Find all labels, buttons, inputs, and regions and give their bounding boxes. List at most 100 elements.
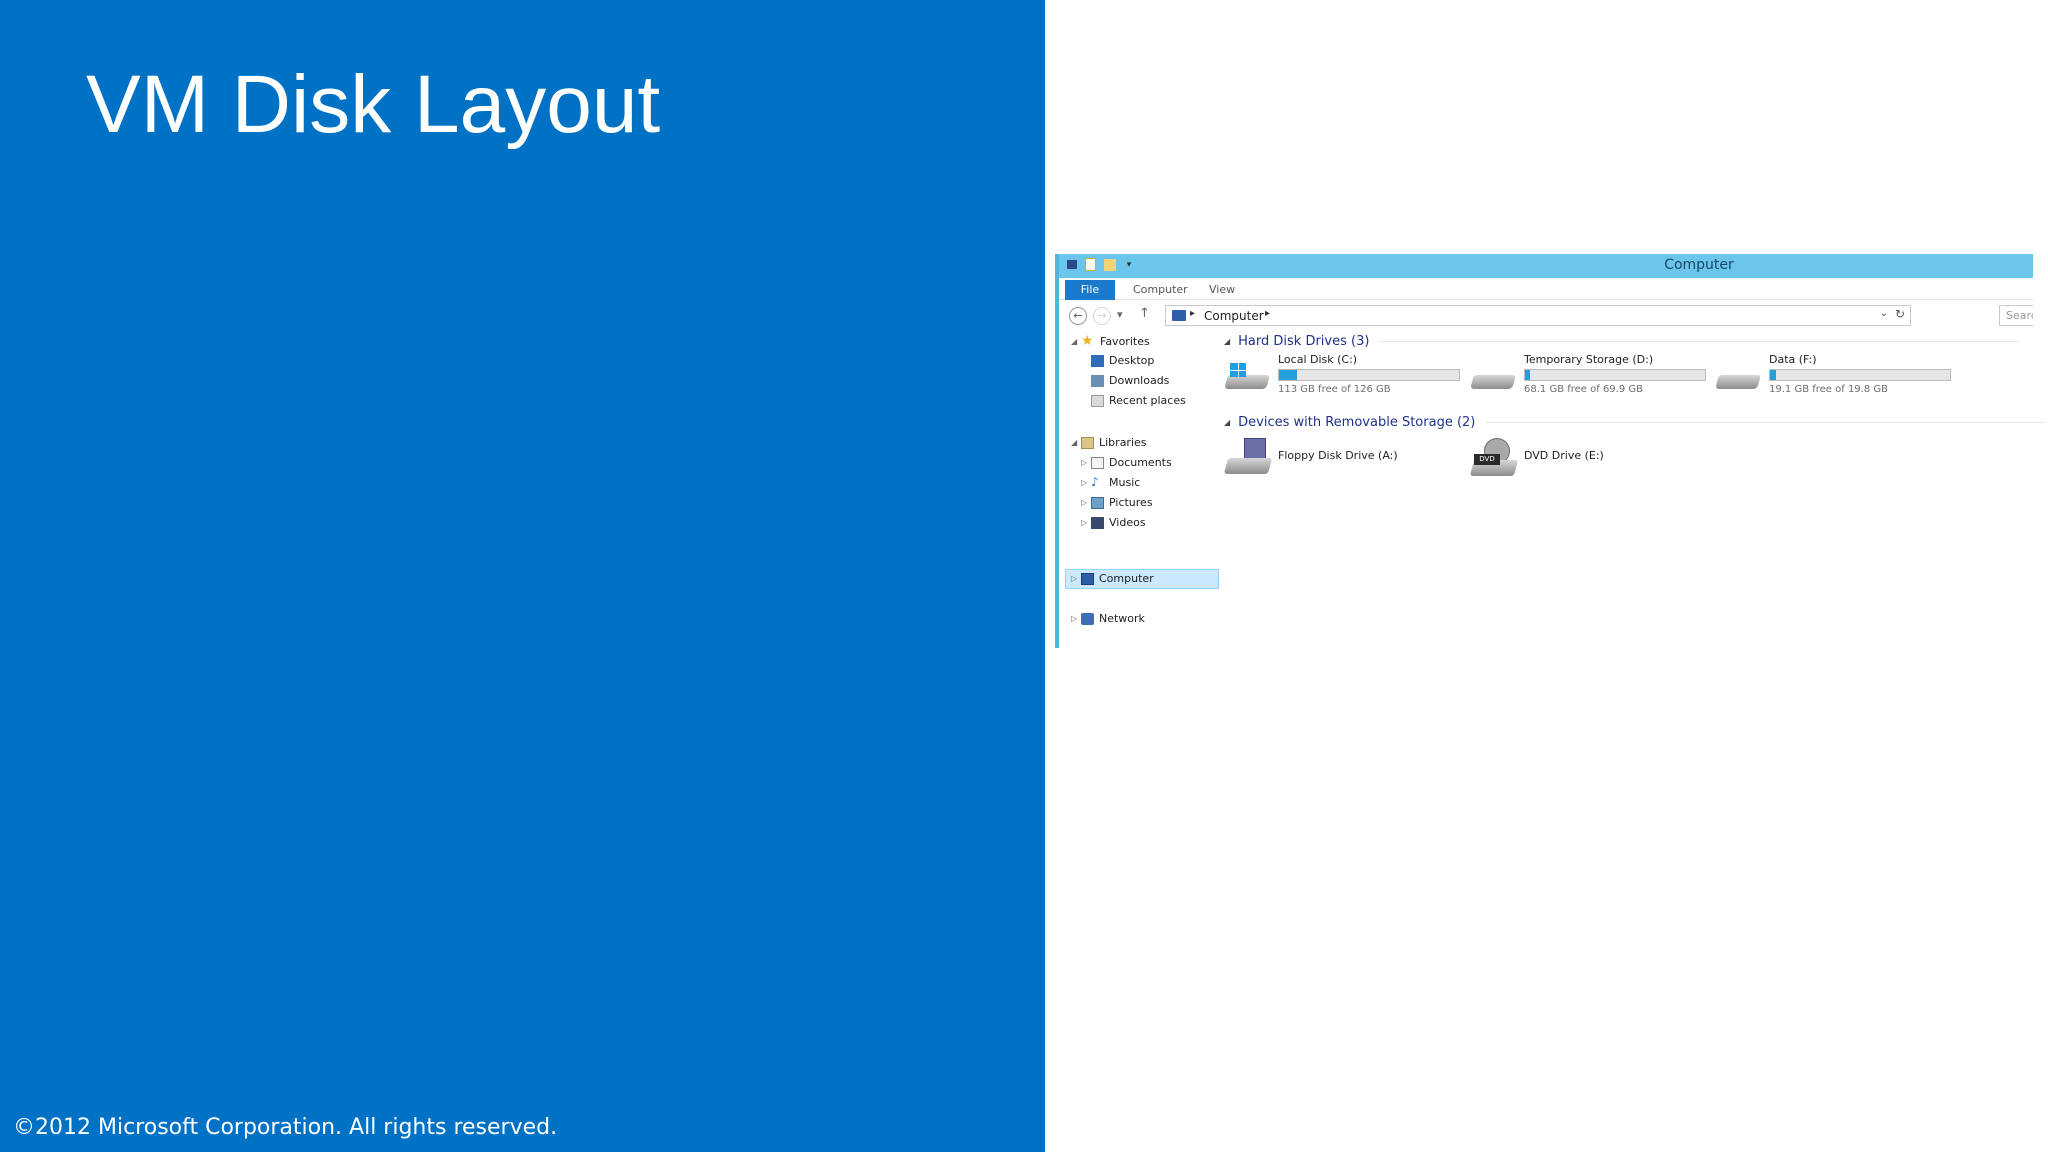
tree-label: Videos [1109, 516, 1146, 529]
ribbon-tabs: File Computer View [1059, 280, 2033, 300]
tree-label: Computer [1099, 572, 1154, 585]
drive-name: Local Disk (C:) [1278, 353, 1358, 366]
address-dropdown-icon[interactable]: ⌄ [1880, 308, 1888, 319]
forward-button[interactable]: → [1093, 307, 1111, 325]
tree-recent-places[interactable]: Recent places [1091, 394, 1186, 407]
quick-access-toolbar: ▾ [1067, 258, 1134, 271]
pictures-icon [1091, 496, 1104, 509]
dvd-drive-e[interactable]: DVD DVD Drive (E:) [1469, 436, 1712, 480]
search-input[interactable]: Searc [1999, 305, 2033, 326]
tree-pictures[interactable]: ▷ Pictures [1081, 496, 1153, 509]
tree-computer[interactable]: ▷ Computer [1071, 572, 1154, 585]
group-divider [1379, 341, 2020, 342]
drive-d[interactable]: Temporary Storage (D:) 68.1 GB free of 6… [1470, 353, 1712, 403]
refresh-icon[interactable]: ↻ [1895, 307, 1905, 321]
drive-c[interactable]: Local Disk (C:) 113 GB free of 126 GB [1224, 353, 1466, 403]
drive-name: DVD Drive (E:) [1524, 449, 1604, 462]
recent-places-icon [1091, 394, 1104, 407]
drive-usage-bar [1278, 369, 1460, 381]
tree-label: Desktop [1109, 354, 1155, 367]
desktop-icon [1091, 354, 1104, 367]
breadcrumb-computer[interactable]: Computer [1204, 309, 1264, 323]
explorer-window: ▾ Computer File Computer View ← → ▾ ↑ ▸ … [1055, 254, 2046, 648]
customize-toolbar-icon[interactable]: ▾ [1124, 260, 1134, 270]
breadcrumb-separator-icon[interactable]: ▸ [1190, 308, 1195, 319]
drive-usage-fill [1525, 370, 1530, 380]
expand-arrow-icon[interactable]: ◢ [1071, 337, 1081, 346]
tree-label: Network [1099, 612, 1145, 625]
tab-file[interactable]: File [1065, 280, 1115, 300]
drive-free-space: 68.1 GB free of 69.9 GB [1524, 384, 1643, 395]
system-menu-icon[interactable] [1067, 260, 1077, 269]
tree-label: Documents [1109, 456, 1172, 469]
network-icon [1081, 612, 1094, 625]
drive-usage-fill [1279, 370, 1297, 380]
breadcrumb-separator-icon[interactable]: ▸ [1265, 308, 1270, 319]
tree-label: Pictures [1109, 496, 1153, 509]
tree-label: Recent places [1109, 394, 1186, 407]
windows-drive-icon [1224, 363, 1270, 391]
collapse-arrow-icon[interactable]: ▷ [1081, 458, 1091, 467]
tree-music[interactable]: ▷ ♪ Music [1081, 476, 1141, 490]
collapse-arrow-icon[interactable]: ▷ [1081, 518, 1091, 527]
tree-documents[interactable]: ▷ Documents [1081, 456, 1172, 469]
hard-drive-icon [1470, 367, 1516, 391]
address-row: ← → ▾ ↑ ▸ Computer ▸ ⌄ ↻ Searc [1059, 305, 2033, 327]
tree-favorites[interactable]: ◢ ★ Favorites [1071, 334, 1150, 348]
properties-icon[interactable] [1085, 258, 1096, 271]
tree-label: Music [1109, 476, 1141, 489]
back-button[interactable]: ← [1069, 307, 1087, 325]
tree-desktop[interactable]: Desktop [1091, 354, 1154, 367]
slide-title: VM Disk Layout [86, 59, 661, 150]
tree-downloads[interactable]: Downloads [1091, 374, 1169, 387]
removable-group-header[interactable]: ◢ Devices with Removable Storage (2) [1224, 415, 2046, 430]
hard-disk-group-header[interactable]: ◢ Hard Disk Drives (3) [1224, 334, 2020, 349]
group-title: Hard Disk Drives (3) [1238, 334, 1370, 349]
documents-icon [1091, 456, 1104, 469]
collapse-arrow-icon[interactable]: ▷ [1081, 478, 1091, 487]
drive-name: Temporary Storage (D:) [1524, 353, 1654, 366]
floppy-drive-icon [1223, 438, 1273, 478]
expand-arrow-icon[interactable]: ◢ [1071, 438, 1081, 447]
group-collapse-icon[interactable]: ◢ [1224, 337, 1230, 346]
collapse-arrow-icon[interactable]: ▷ [1071, 574, 1081, 583]
navigation-pane: ◢ ★ Favorites Desktop Downloads Recent p… [1059, 334, 1219, 644]
libraries-icon [1081, 436, 1094, 449]
tree-videos[interactable]: ▷ Videos [1081, 516, 1146, 529]
tree-label: Favorites [1100, 334, 1150, 348]
tab-view[interactable]: View [1209, 283, 1235, 296]
copyright-text: ©2012 Microsoft Corporation. All rights … [13, 1115, 558, 1140]
star-icon: ★ [1081, 333, 1094, 349]
collapse-arrow-icon[interactable]: ▷ [1071, 614, 1081, 623]
title-bar: ▾ Computer [1059, 254, 2033, 278]
address-bar[interactable]: ▸ Computer ▸ ⌄ ↻ [1165, 305, 1911, 326]
hard-drive-icon [1715, 367, 1761, 391]
group-collapse-icon[interactable]: ◢ [1224, 418, 1230, 427]
collapse-arrow-icon[interactable]: ▷ [1081, 498, 1091, 507]
tree-libraries[interactable]: ◢ Libraries [1071, 436, 1147, 449]
tree-label: Libraries [1099, 436, 1147, 449]
dvd-drive-icon: DVD [1469, 438, 1519, 478]
downloads-icon [1091, 374, 1104, 387]
drive-usage-bar [1769, 369, 1951, 381]
drive-free-space: 19.1 GB free of 19.8 GB [1769, 384, 1888, 395]
up-button[interactable]: ↑ [1139, 306, 1150, 321]
computer-icon [1081, 572, 1094, 585]
drive-name: Data (F:) [1769, 353, 1817, 366]
tab-computer[interactable]: Computer [1133, 283, 1188, 296]
new-folder-icon[interactable] [1104, 258, 1116, 271]
tree-label: Downloads [1109, 374, 1170, 387]
group-title: Devices with Removable Storage (2) [1238, 415, 1476, 430]
drive-usage-bar [1524, 369, 1706, 381]
floppy-drive-a[interactable]: Floppy Disk Drive (A:) [1223, 436, 1466, 480]
drive-name: Floppy Disk Drive (A:) [1278, 449, 1398, 462]
tree-network[interactable]: ▷ Network [1071, 612, 1145, 625]
content-pane: ◢ Hard Disk Drives (3) Local Disk (C:) 1… [1223, 334, 2046, 644]
slide-panel: VM Disk Layout ©2012 Microsoft Corporati… [0, 0, 1045, 1152]
dvd-badge: DVD [1474, 454, 1500, 465]
drive-f[interactable]: Data (F:) 19.1 GB free of 19.8 GB [1715, 353, 1957, 403]
group-divider [1485, 422, 2046, 423]
videos-icon [1091, 516, 1104, 529]
drive-free-space: 113 GB free of 126 GB [1278, 384, 1391, 395]
recent-locations-icon[interactable]: ▾ [1117, 308, 1123, 321]
